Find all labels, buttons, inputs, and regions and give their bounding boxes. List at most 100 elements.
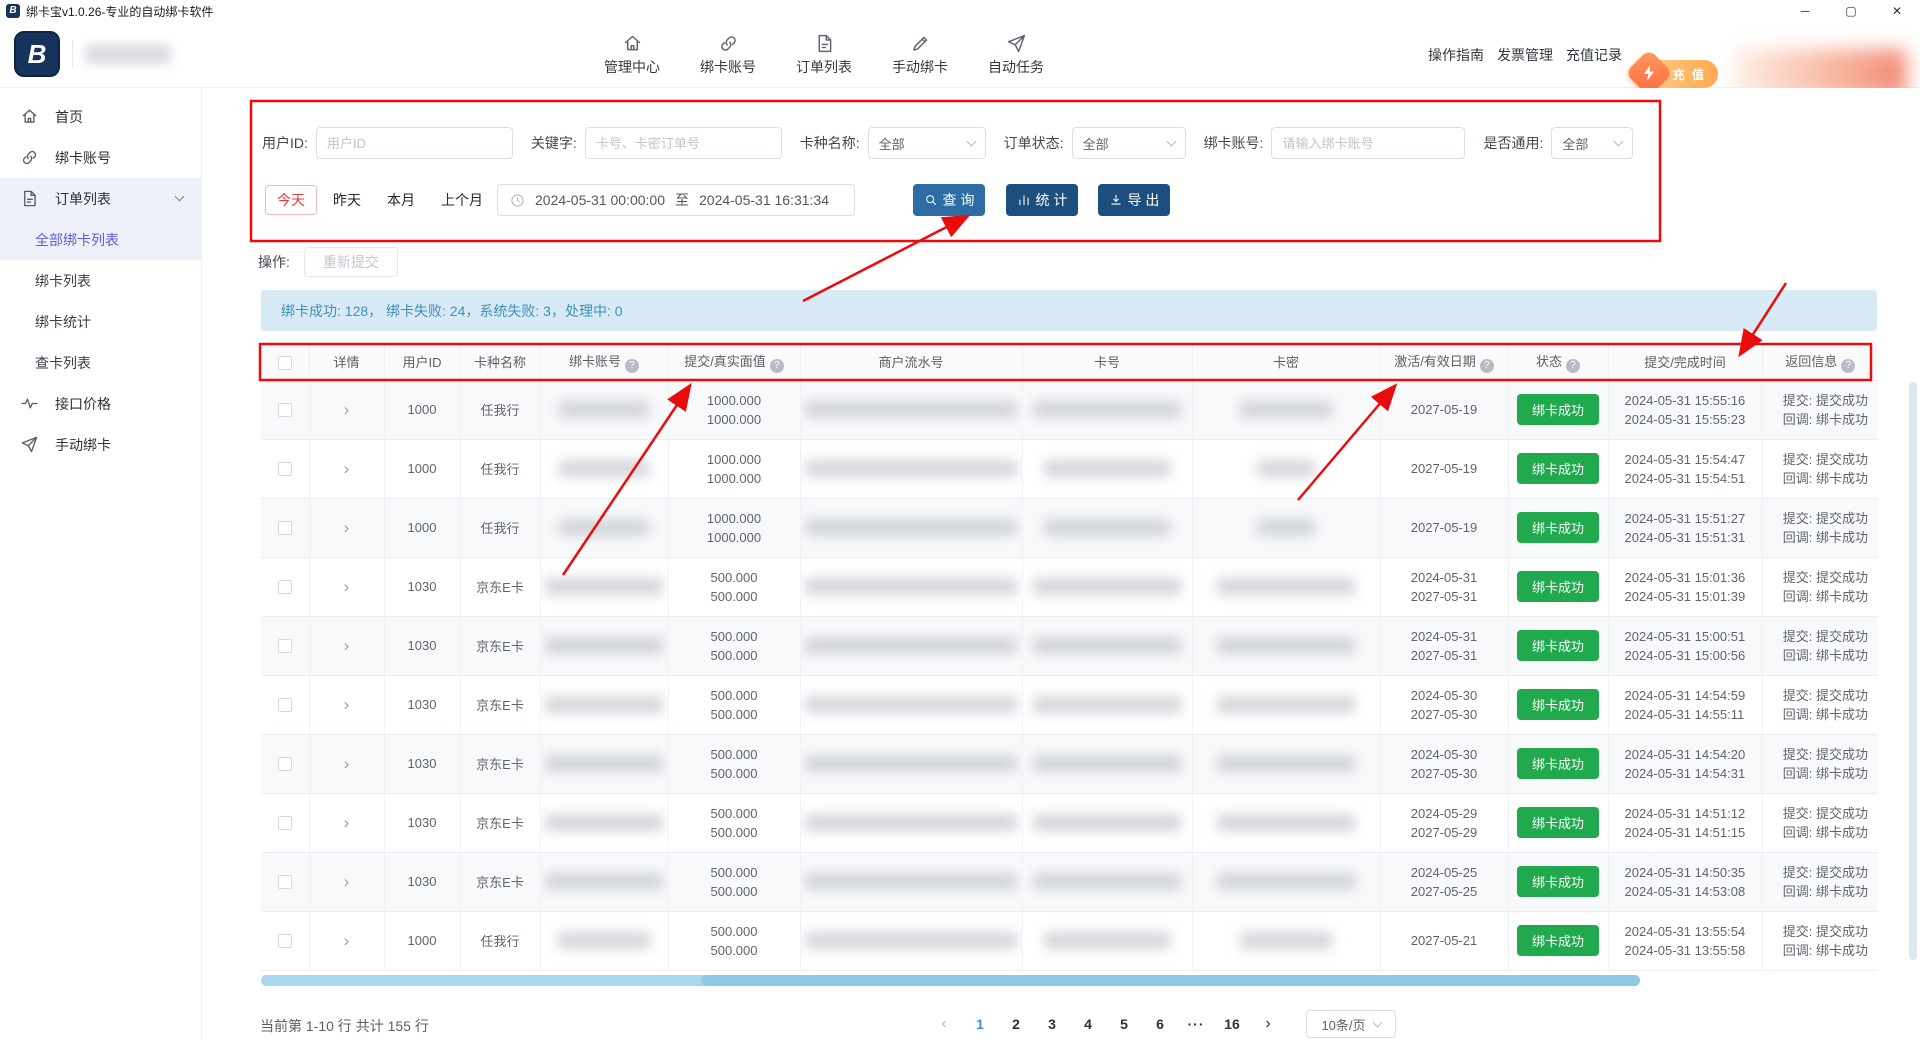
window-title: 绑卡宝v1.0.26-专业的自动绑卡软件 (26, 3, 213, 20)
help-icon[interactable]: ? (770, 359, 784, 373)
date-cell: 2024-05-292027-05-29 (1380, 793, 1508, 852)
sidebar-item-bind-stats[interactable]: 绑卡统计 (0, 301, 201, 342)
row-checkbox[interactable] (278, 698, 292, 712)
action-row: 操作: 重新提交 (258, 246, 398, 278)
bind-account-input[interactable] (1271, 127, 1465, 159)
page-button-4[interactable]: 4 (1074, 1010, 1102, 1038)
expand-row-icon[interactable]: › (344, 696, 350, 713)
date-cell: 2027-05-19 (1380, 380, 1508, 439)
search-button[interactable]: 查 询 (913, 184, 985, 216)
help-icon[interactable]: ? (1480, 359, 1494, 373)
blurred-merchant-flow-no (805, 401, 1017, 418)
row-checkbox[interactable] (278, 934, 292, 948)
expand-row-icon[interactable]: › (344, 401, 350, 418)
page-size-select[interactable]: 10条/页 (1306, 1010, 1396, 1038)
row-checkbox[interactable] (278, 875, 292, 889)
sidebar-item-check-card-list[interactable]: 查卡列表 (0, 342, 201, 383)
table-row: ›1000任我行1000.0001000.0002027-05-19绑卡成功20… (261, 439, 1878, 498)
nav-order-list[interactable]: 订单列表 (776, 22, 872, 88)
pagination-row: 当前第 1-10 行 共计 155 行 ‹ 123456···16 › 10条/… (258, 1010, 1920, 1040)
row-checkbox[interactable] (278, 521, 292, 535)
user-id-input[interactable] (316, 127, 513, 159)
sidebar-item-bind-account[interactable]: 绑卡账号 (0, 137, 201, 178)
help-icon[interactable]: ? (1566, 359, 1580, 373)
page-button-6[interactable]: 6 (1146, 1010, 1174, 1038)
summary-bar: 绑卡成功: 128， 绑卡失败: 24，系统失败: 3，处理中: 0 (261, 290, 1877, 331)
blurred-bind-account (559, 460, 649, 477)
blurred-merchant-flow-no (805, 637, 1017, 654)
sidebar-item-home[interactable]: 首页 (0, 96, 201, 137)
page-button-5[interactable]: 5 (1110, 1010, 1138, 1038)
prev-page-button[interactable]: ‹ (930, 1010, 958, 1038)
expand-row-icon[interactable]: › (344, 814, 350, 831)
keyword-input[interactable] (585, 127, 782, 159)
quick-range-last-month[interactable]: 上个月 (441, 190, 483, 210)
page-button-1[interactable]: 1 (966, 1010, 994, 1038)
expand-row-icon[interactable]: › (344, 519, 350, 536)
sidebar-item-manual-bind[interactable]: 手动绑卡 (0, 424, 201, 465)
date-cell: 2024-05-302027-05-30 (1380, 734, 1508, 793)
horizontal-scrollbar[interactable] (261, 975, 1640, 986)
row-checkbox[interactable] (278, 757, 292, 771)
expand-row-icon[interactable]: › (344, 578, 350, 595)
export-button[interactable]: 导 出 (1098, 184, 1170, 216)
link-operation-guide[interactable]: 操作指南 (1428, 45, 1484, 65)
row-checkbox[interactable] (278, 816, 292, 830)
page-ellipsis: ··· (1182, 1010, 1210, 1038)
page-button-16[interactable]: 16 (1218, 1010, 1246, 1038)
pencil-icon (910, 33, 931, 54)
app-icon: B (6, 4, 20, 18)
card-type-select[interactable]: 全部 (868, 127, 986, 159)
link-recharge-records[interactable]: 充值记录 (1566, 45, 1622, 65)
quick-range-this-month[interactable]: 本月 (387, 190, 415, 210)
page-button-2[interactable]: 2 (1002, 1010, 1030, 1038)
quick-range-yesterday[interactable]: 昨天 (333, 190, 361, 210)
face-value-cell: 1000.0001000.000 (668, 439, 800, 498)
expand-row-icon[interactable]: › (344, 932, 350, 949)
sidebar-item-bind-list[interactable]: 绑卡列表 (0, 260, 201, 301)
help-icon[interactable]: ? (1841, 359, 1855, 373)
blurred-card-password (1217, 696, 1355, 713)
expand-row-icon[interactable]: › (344, 755, 350, 772)
document-icon (814, 33, 835, 54)
row-checkbox[interactable] (278, 639, 292, 653)
blurred-card-number (1044, 460, 1170, 477)
user-id-cell: 1000 (384, 380, 460, 439)
row-checkbox[interactable] (278, 403, 292, 417)
maximize-button[interactable]: ▢ (1828, 0, 1874, 22)
order-status-select[interactable]: 全部 (1072, 127, 1186, 159)
topbar: B 管理中心 绑卡账号 订单列表 手动绑卡 自动任务 (0, 22, 1920, 88)
vertical-scrollbar[interactable] (1909, 382, 1917, 960)
next-page-button[interactable]: › (1254, 1010, 1282, 1038)
resubmit-button[interactable]: 重新提交 (304, 247, 398, 277)
page-button-3[interactable]: 3 (1038, 1010, 1066, 1038)
blurred-merchant-flow-no (805, 578, 1017, 595)
scrollbar-thumb[interactable] (701, 975, 1640, 986)
nav-management-center[interactable]: 管理中心 (584, 22, 680, 88)
link-invoice-management[interactable]: 发票管理 (1497, 45, 1553, 65)
help-icon[interactable]: ? (625, 359, 639, 373)
minimize-button[interactable]: ─ (1782, 0, 1828, 22)
row-checkbox[interactable] (278, 462, 292, 476)
sidebar-item-api-price[interactable]: 接口价格 (0, 383, 201, 424)
status-badge: 绑卡成功 (1517, 394, 1599, 425)
nav-manual-bind[interactable]: 手动绑卡 (872, 22, 968, 88)
status-badge: 绑卡成功 (1517, 866, 1599, 897)
table-row: ›1030京东E卡500.000500.0002024-05-292027-05… (261, 793, 1878, 852)
expand-row-icon[interactable]: › (344, 637, 350, 654)
row-checkbox[interactable] (278, 580, 292, 594)
nav-bind-account[interactable]: 绑卡账号 (680, 22, 776, 88)
quick-range-today[interactable]: 今天 (265, 185, 317, 215)
close-button[interactable]: ✕ (1874, 0, 1920, 22)
expand-row-icon[interactable]: › (344, 873, 350, 890)
select-all-checkbox[interactable] (278, 356, 292, 370)
date-range-input[interactable]: 2024-05-31 00:00:00 至 2024-05-31 16:31:3… (497, 184, 855, 216)
recharge-button[interactable]: 充 值 (1642, 60, 1718, 88)
universal-select[interactable]: 全部 (1551, 127, 1633, 159)
stats-button[interactable]: 统 计 (1006, 184, 1078, 216)
sidebar-item-order-list[interactable]: 订单列表 (0, 178, 201, 219)
sidebar-item-all-bind-list[interactable]: 全部绑卡列表 (0, 219, 201, 260)
expand-row-icon[interactable]: › (344, 460, 350, 477)
nav-auto-task[interactable]: 自动任务 (968, 22, 1064, 88)
paper-plane-icon (1006, 33, 1027, 54)
